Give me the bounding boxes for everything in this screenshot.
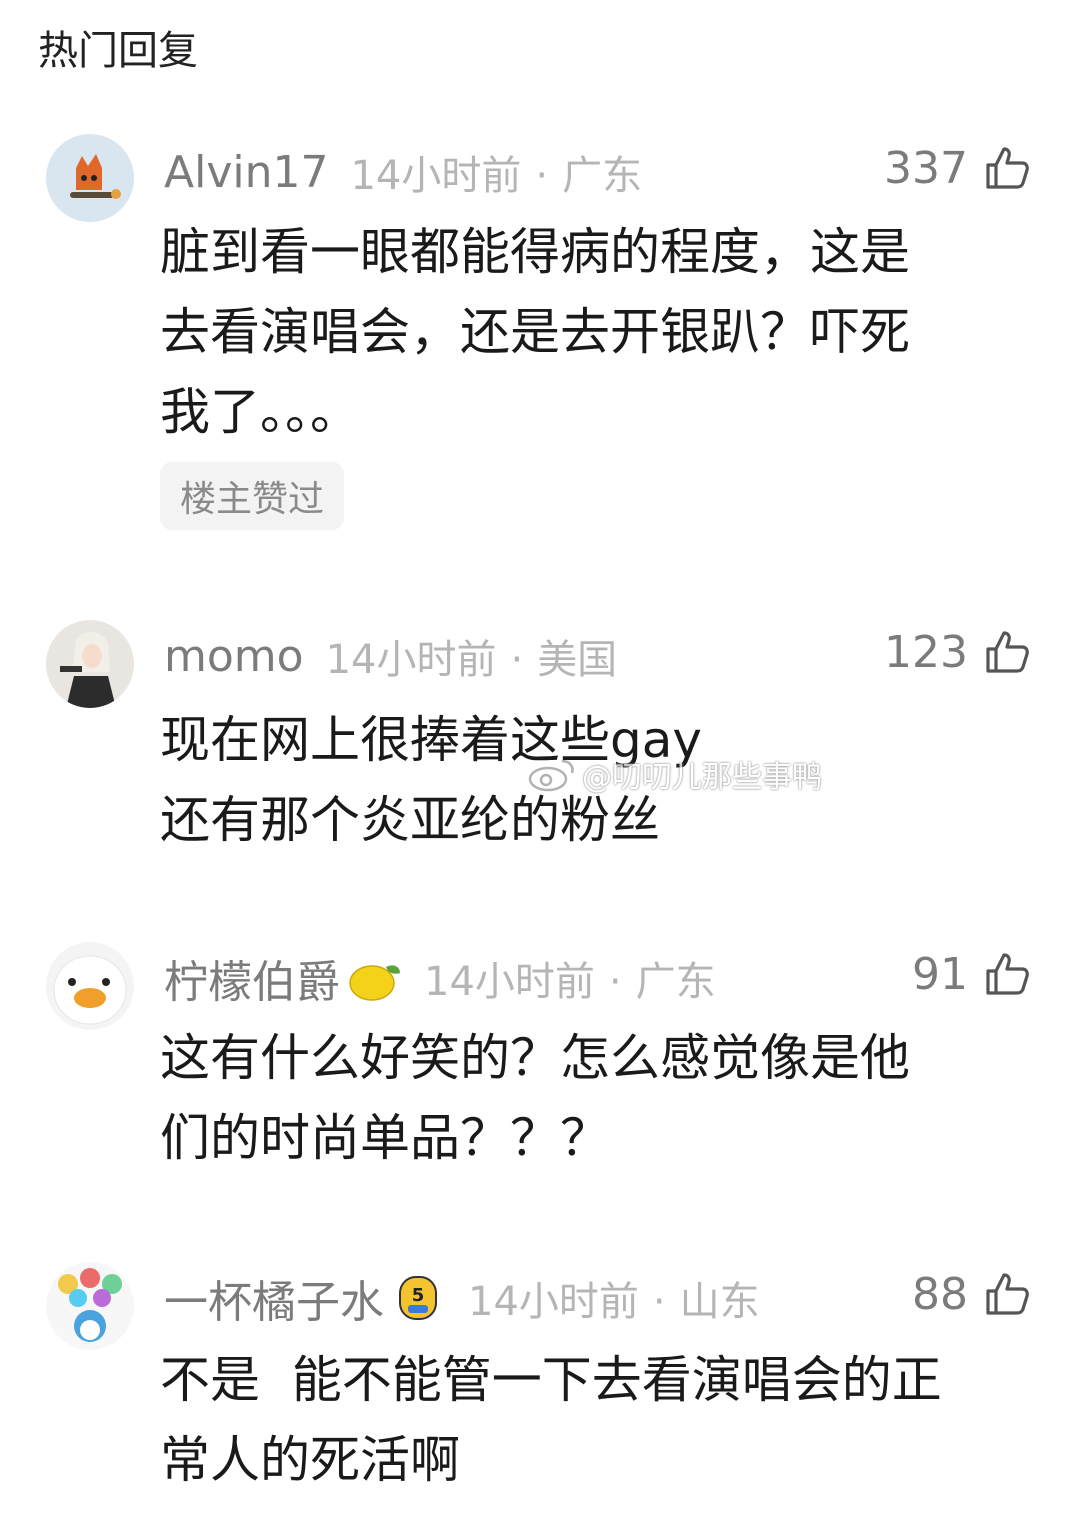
avatar[interactable] [46,620,134,708]
like-count: 88 [912,1268,968,1320]
like-button[interactable]: 337 [884,138,1032,198]
avatar[interactable] [46,1262,134,1350]
hot-replies-title: 热门回复 [38,28,198,74]
watermark: @叨叨儿那些事鸭 [526,752,822,796]
svg-text:5: 5 [412,1285,425,1306]
time-location: 14小时前 · 美国 [325,637,618,683]
comment-meta: momo 14小时前 · 美国 [164,626,617,686]
like-button[interactable]: 91 [912,944,1032,1004]
like-count: 337 [884,142,968,194]
thumbs-up-icon [982,627,1032,677]
comment-meta: 柠檬伯爵 14小时前 · 广东 [164,948,716,1008]
thumbs-up-icon [982,143,1032,193]
thumbs-up-icon [982,949,1032,999]
lemon-icon [346,953,402,1003]
comment-body: 不是 能不能管一下去看演唱会的正 常人的死活啊 [160,1351,942,1489]
avatar[interactable] [46,942,134,1030]
comment-meta: 一杯橘子水 5 14小时前 · 山东 [164,1268,760,1328]
weibo-icon [526,755,578,793]
like-count: 123 [884,626,968,678]
time-location: 14小时前 · 广东 [424,959,716,1005]
level-5-badge-icon: 5 [390,1273,446,1323]
author-liked-tag: 楼主赞过 [160,462,345,530]
comment-meta: Alvin17 14小时前 · 广东 [164,142,642,202]
watermark-text: @叨叨儿那些事鸭 [582,760,822,795]
time-location: 14小时前 · 山东 [468,1279,760,1325]
username[interactable]: 柠檬伯爵 [164,946,340,1010]
username[interactable]: Alvin17 [164,147,328,198]
comment-body: 脏到看一眼都能得病的程度，这是 去看演唱会，还是去开银趴？吓死 我了。。。 [160,223,910,441]
username[interactable]: momo [164,631,304,682]
username[interactable]: 一杯橘子水 [164,1266,384,1330]
comment-body: 这有什么好笑的？怎么感觉像是他 们的时尚单品？？？ [160,1029,910,1167]
like-button[interactable]: 88 [912,1264,1032,1324]
like-count: 91 [912,948,968,1000]
avatar[interactable] [46,134,134,222]
thumbs-up-icon [982,1269,1032,1319]
time-location: 14小时前 · 广东 [350,153,643,199]
like-button[interactable]: 123 [884,622,1032,682]
